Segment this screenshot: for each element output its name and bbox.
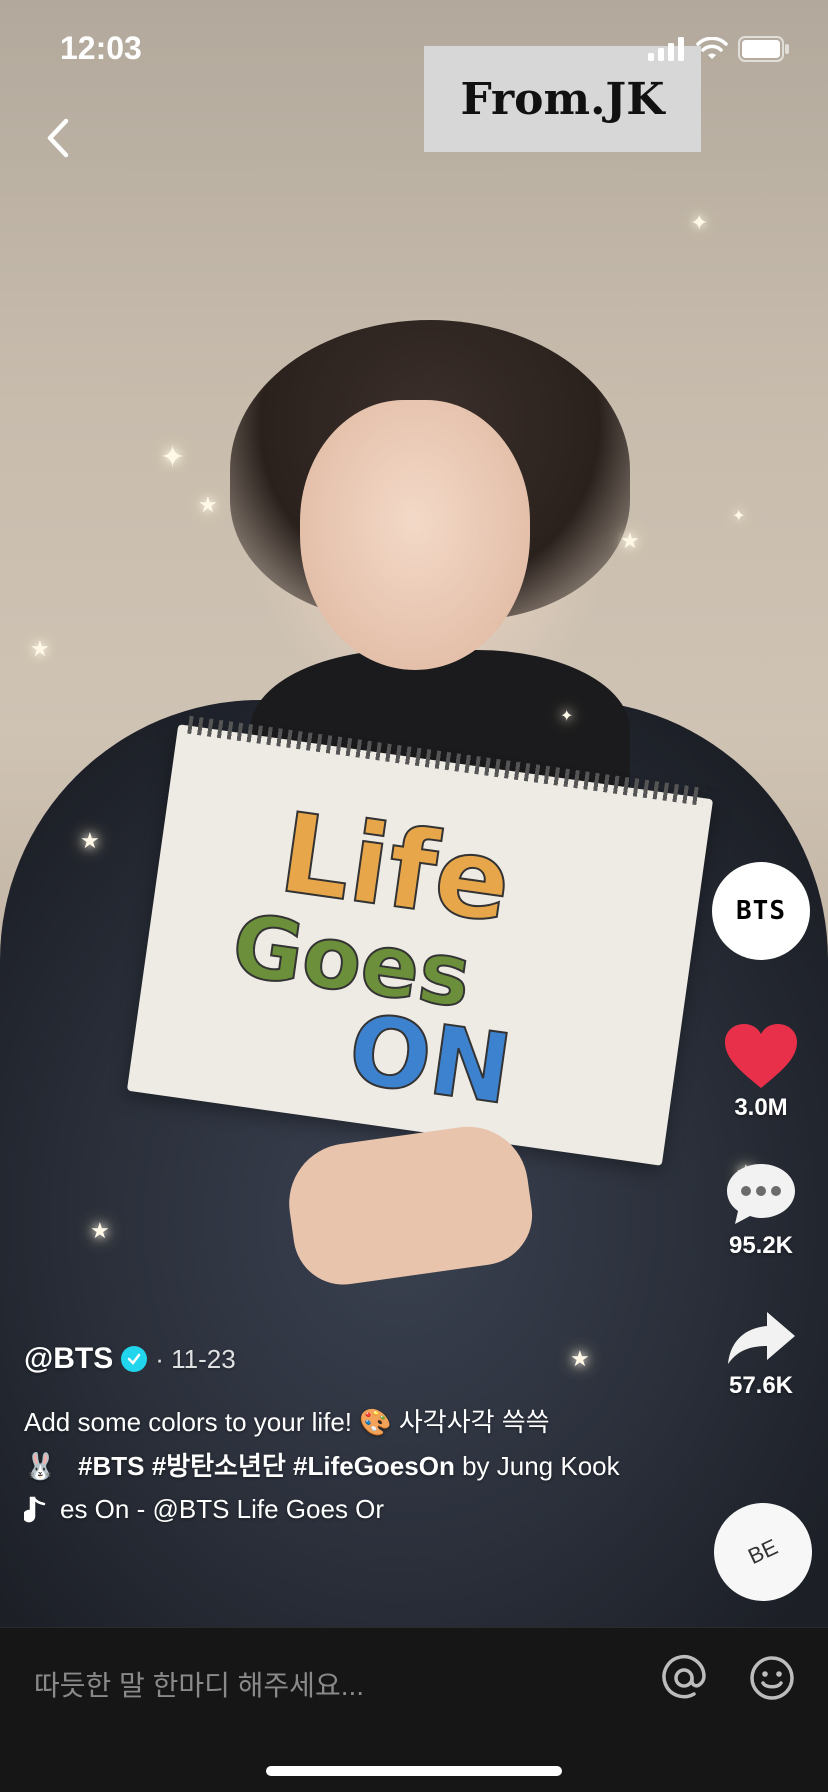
- sparkle-decor: ✦: [160, 441, 186, 474]
- heart-icon: [725, 1024, 797, 1088]
- comment-icon: [727, 1164, 795, 1224]
- sparkle-decor: ★: [620, 528, 640, 553]
- share-count: 57.6K: [728, 1372, 794, 1399]
- post-info: @BTS · 11-23 Add some colors to your lif…: [24, 1342, 644, 1525]
- emoji-icon: [750, 1656, 794, 1700]
- person-face: [300, 400, 530, 670]
- sparkle-decor: ★: [30, 636, 50, 661]
- sparkle-decor: ✦: [690, 210, 709, 235]
- emoji-button[interactable]: [748, 1654, 796, 1707]
- music-note-icon: [24, 1496, 46, 1522]
- back-button[interactable]: [28, 108, 88, 168]
- back-icon: [47, 118, 69, 158]
- mention-button[interactable]: [660, 1654, 708, 1707]
- caption-hashtags[interactable]: #BTS #방탄소년단 #LifeGoesOn: [78, 1451, 455, 1481]
- rabbit-emoji: 🐰: [24, 1451, 57, 1481]
- sketchbook: Life Goes ON: [126, 715, 714, 1166]
- sparkle-decor: ★: [198, 492, 218, 517]
- status-bar: 12:03: [0, 0, 828, 90]
- life-goes-on-drawing: Life Goes ON: [225, 787, 519, 1127]
- author-username[interactable]: @BTS: [24, 1342, 113, 1376]
- action-rail: BTS 3.0M 95.2K 57.6K: [706, 862, 816, 1400]
- like-button[interactable]: 3.0M: [723, 1022, 799, 1122]
- post-date: · 11-23: [155, 1343, 236, 1374]
- battery-icon: [738, 36, 789, 62]
- sparkle-decor: ★: [90, 1218, 110, 1243]
- at-icon: [662, 1654, 706, 1699]
- verified-badge-icon: [121, 1346, 148, 1372]
- album-cover-text: BE: [744, 1534, 782, 1570]
- music-ticker[interactable]: es On - @BTS Life Goes Or: [24, 1494, 444, 1525]
- sparkle-decor: ★: [80, 828, 100, 853]
- comment-input[interactable]: 따듯한 말 한마디 해주세요...: [34, 1664, 364, 1704]
- comment-count: 95.2K: [728, 1232, 794, 1259]
- home-indicator[interactable]: [266, 1766, 562, 1776]
- share-icon: [728, 1312, 795, 1364]
- caption-tags-line: 🐰 #BTS #방탄소년단 #LifeGoesOn by Jung Kook: [24, 1444, 644, 1488]
- music-ticker-text: es On - @BTS Life Goes Or: [60, 1494, 385, 1524]
- like-count: 3.0M: [734, 1094, 788, 1121]
- signal-icon: [648, 37, 684, 61]
- sparkle-decor: ✦: [732, 508, 746, 525]
- status-icons: [648, 36, 790, 62]
- caption-line: Add some colors to your life! 🎨 사각사각 쓱쓱: [24, 1407, 550, 1437]
- author-line: @BTS · 11-23: [24, 1342, 644, 1376]
- drawing-word-on: ON: [342, 993, 518, 1126]
- sparkle-decor: ✦: [560, 708, 574, 725]
- comment-button[interactable]: 95.2K: [725, 1160, 797, 1260]
- status-time: 12:03: [60, 30, 142, 66]
- wifi-icon: [696, 37, 728, 59]
- caption-by-text: by Jung Kook: [462, 1451, 620, 1481]
- share-button[interactable]: 57.6K: [725, 1308, 797, 1400]
- post-caption: Add some colors to your life! 🎨 사각사각 쓱쓱 …: [24, 1400, 644, 1488]
- creator-avatar[interactable]: BTS: [712, 862, 810, 960]
